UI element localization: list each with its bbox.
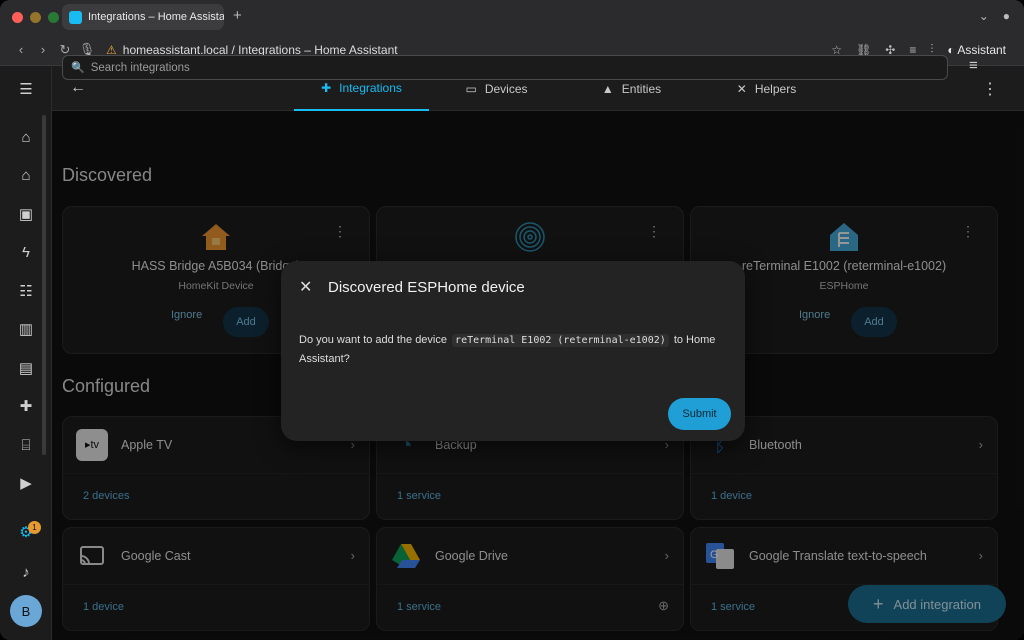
shapes-icon: ▲ (601, 82, 614, 96)
sidebar-item-energy-bolt-icon[interactable]: ϟ (0, 237, 52, 267)
back-arrow-icon[interactable]: ← (70, 79, 86, 97)
user-avatar[interactable]: B (10, 595, 42, 627)
profile-orb-icon[interactable]: ● (1003, 9, 1010, 23)
sidebar-item-history-chart-icon[interactable]: ▥ (0, 314, 52, 344)
sidebar-item-bed-icon[interactable]: ⌸ (0, 430, 52, 460)
tab-label: Entities (621, 82, 662, 96)
sidebar-item-media-icon[interactable]: ▶ (0, 468, 52, 498)
filter-icon[interactable]: ≡ (969, 57, 978, 74)
browser-tab-bar: Integrations – Home Assista + ⌄ ● (0, 0, 1024, 34)
assistant-button[interactable]: ◐ Assistant (947, 43, 1006, 57)
tab-label: Helpers (754, 82, 797, 96)
home-assistant-favicon-icon (69, 10, 82, 24)
tools-icon: ✕ (736, 82, 747, 96)
sidebar-item-addons-puzzle-icon[interactable]: ✚ (0, 391, 52, 421)
search-icon: 🔍 (71, 62, 85, 74)
devices-icon: ▭ (465, 82, 477, 96)
sidebar-item-logbook-list-icon[interactable]: ☷ (0, 276, 52, 306)
sidebar-menu-icon[interactable]: ☰ (0, 74, 52, 104)
sidebar: ☰ ⌂ ⌂ ▣ ϟ ☷ ▥ ▤ ✚ ⌸ ▶ ⚙ 1 ♪ B (0, 67, 52, 640)
tab-label: Devices (484, 82, 528, 96)
tab-list-chevron-icon[interactable]: ⌄ (979, 9, 989, 23)
close-icon[interactable]: ✕ (299, 277, 312, 297)
submit-button[interactable]: Submit (668, 398, 731, 430)
browser-tab-integrations[interactable]: Integrations – Home Assista (62, 4, 224, 30)
window-controls (12, 11, 59, 23)
minimize-window-button[interactable] (30, 11, 41, 23)
assistant-label: Assistant (957, 42, 1006, 57)
close-window-button[interactable] (12, 11, 23, 23)
maximize-window-button[interactable] (48, 11, 59, 23)
device-id-code: reTerminal E1002 (reterminal-e1002) (452, 334, 669, 347)
forward-nav-icon[interactable]: › (32, 42, 54, 57)
sidebar-item-map-person-icon[interactable]: ▣ (0, 199, 52, 229)
overflow-menu-icon[interactable]: ⋮ (982, 79, 998, 99)
new-tab-button[interactable]: + (233, 7, 242, 24)
sidebar-item-hacs-icon[interactable]: ▤ (0, 353, 52, 383)
settings-notification-badge: 1 (28, 521, 41, 534)
sidebar-item-settings-gear-icon[interactable]: ⚙ (0, 517, 52, 547)
dialog-body-pre: Do you want to add the device (299, 334, 447, 346)
dialog-body: Do you want to add the device reTerminal… (299, 331, 729, 368)
puzzle-icon: ✚ (321, 81, 332, 95)
browser-window: Integrations – Home Assista + ⌄ ● ‹ › ↻ … (0, 0, 1024, 640)
back-nav-icon[interactable]: ‹ (10, 42, 32, 57)
sidebar-item-dashboard-home-icon[interactable]: ⌂ (0, 160, 52, 190)
search-placeholder: Search integrations (90, 61, 190, 74)
sidebar-item-notifications-bell-icon[interactable]: ♪ (0, 557, 52, 587)
tab-label: Integrations (339, 81, 402, 95)
discovered-device-dialog: ✕ Discovered ESPHome device Do you want … (281, 261, 745, 441)
search-input[interactable]: 🔍 Search integrations (62, 55, 948, 80)
sidebar-item-overview-home-icon[interactable]: ⌂ (0, 122, 52, 152)
dialog-title: Discovered ESPHome device (328, 279, 525, 296)
browser-tab-title: Integrations – Home Assista (88, 11, 224, 23)
